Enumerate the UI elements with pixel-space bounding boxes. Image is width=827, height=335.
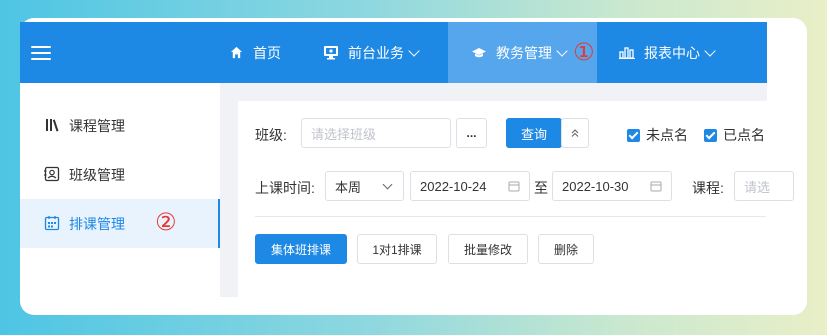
annotation-marker-2: ②	[155, 209, 177, 236]
sidebar-item-schedule[interactable]: 排课管理 ②	[20, 199, 220, 248]
time-label: 上课时间:	[255, 180, 315, 196]
to-label: 至	[534, 180, 548, 196]
collapse-button[interactable]	[561, 118, 589, 148]
bar-chart-icon	[618, 46, 636, 59]
sidebar-item-label: 班级管理	[69, 166, 125, 183]
chevron-down-icon	[408, 44, 420, 57]
chevron-down-icon	[704, 44, 716, 57]
course-select-input[interactable]: 请选	[734, 171, 794, 201]
top-navbar: 首页 前台业务 教务管理 ① 报表中心	[20, 22, 767, 83]
checkbox-unnamed-label: 未点名	[646, 127, 688, 143]
annotation-marker-1: ①	[573, 38, 595, 66]
nav-front-desk-label: 前台业务	[348, 44, 404, 61]
date-from-value: 2022-10-24	[420, 178, 487, 194]
class-label: 班级:	[255, 127, 287, 143]
period-select[interactable]: 本周	[325, 171, 404, 201]
chevron-down-icon	[556, 44, 568, 57]
delete-button[interactable]: 删除	[538, 234, 594, 264]
date-to-value: 2022-10-30	[562, 178, 629, 194]
more-button[interactable]: ...	[456, 118, 487, 148]
sidebar-item-course[interactable]: 课程管理	[20, 101, 220, 150]
nav-home-label: 首页	[253, 44, 281, 61]
checkbox-named-label: 已点名	[723, 127, 765, 143]
date-to-input[interactable]: 2022-10-30	[552, 171, 672, 201]
nav-reports-label: 报表中心	[644, 44, 700, 61]
checkbox-checked-icon	[627, 128, 640, 142]
batch-edit-button[interactable]: 批量修改	[448, 234, 528, 264]
nav-reports[interactable]: 报表中心	[618, 22, 716, 83]
period-value: 本周	[335, 179, 362, 195]
calendar-icon	[508, 181, 520, 192]
course-label: 课程:	[692, 180, 724, 196]
nav-academic[interactable]: 教务管理 ①	[448, 22, 597, 83]
menu-toggle-icon[interactable]	[31, 46, 51, 60]
calendar-icon	[44, 215, 60, 231]
home-icon	[227, 46, 245, 59]
group-schedule-button[interactable]: 集体班排课	[255, 234, 347, 264]
sidebar-item-label: 排课管理	[69, 215, 125, 232]
class-select-input[interactable]: 请选择班级	[301, 118, 451, 148]
nav-academic-label: 教务管理	[496, 44, 552, 61]
filter-panel: 班级: 请选择班级 ... 查询 未点名 已点名 上课时间: 本周 2022-1…	[238, 101, 794, 297]
checkbox-named[interactable]: 已点名	[704, 125, 765, 145]
sidebar-item-label: 课程管理	[69, 117, 125, 134]
sidebar-item-class[interactable]: 班级管理	[20, 150, 220, 199]
chevron-down-icon	[382, 179, 393, 190]
one-on-one-schedule-button[interactable]: 1对1排课	[357, 234, 437, 264]
checkbox-unnamed[interactable]: 未点名	[627, 125, 688, 145]
nav-front-desk[interactable]: 前台业务	[322, 22, 420, 83]
main-content: 班级: 请选择班级 ... 查询 未点名 已点名 上课时间: 本周 2022-1…	[220, 83, 794, 297]
checkbox-checked-icon	[704, 128, 717, 142]
nav-home[interactable]: 首页	[227, 22, 281, 83]
divider	[255, 216, 766, 217]
books-icon	[44, 117, 60, 133]
query-button[interactable]: 查询	[506, 118, 562, 148]
chevron-double-up-icon	[571, 129, 579, 137]
graduation-cap-icon	[470, 47, 488, 59]
profile-card-icon	[44, 166, 60, 182]
sidebar: 课程管理 班级管理 排课管理 ②	[20, 83, 220, 297]
calendar-icon	[650, 181, 662, 192]
monitor-icon	[322, 45, 340, 60]
date-from-input[interactable]: 2022-10-24	[410, 171, 530, 201]
